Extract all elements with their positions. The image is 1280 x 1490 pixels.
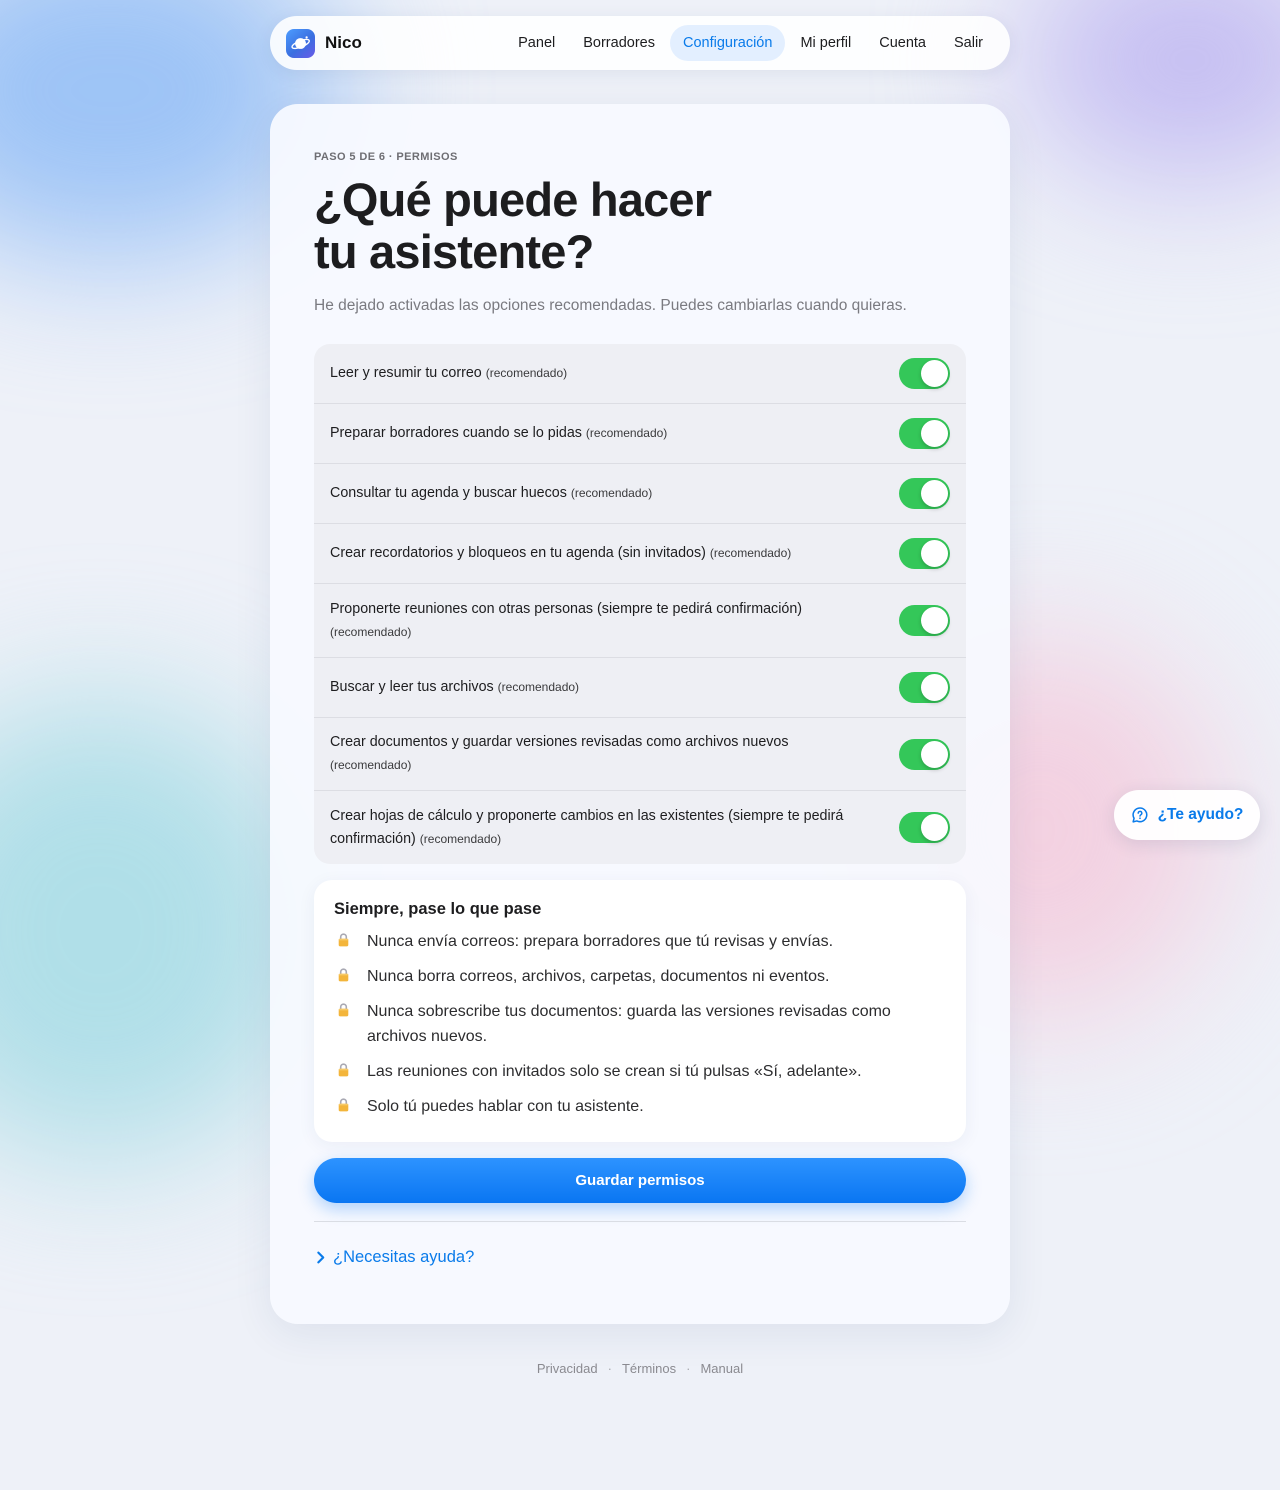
nav-link-salir[interactable]: Salir [941,25,996,61]
footer-separator: · [686,1361,691,1376]
rule-text: Nunca borra correos, archivos, carpetas,… [367,968,830,985]
permission-toggle[interactable] [899,812,950,843]
lock-icon [338,1063,349,1077]
need-help-label: ¿Necesitas ayuda? [333,1248,475,1266]
permission-label: Crear hojas de cálculo y proponerte camb… [330,805,899,851]
nav-link-mi-perfil[interactable]: Mi perfil [787,25,864,61]
permission-text: Preparar borradores cuando se lo pidas [330,425,582,441]
toggle-knob [921,480,948,507]
lock-icon [338,1003,349,1017]
permission-toggle[interactable] [899,358,950,389]
rule-text: Solo tú puedes hablar con tu asistente. [367,1098,644,1115]
permission-text: Crear hojas de cálculo y proponerte camb… [330,807,844,847]
permission-toggle[interactable] [899,418,950,449]
permission-list: Leer y resumir tu correo (recomendado) P… [314,344,966,864]
permission-toggle[interactable] [899,672,950,703]
page-subtitle: He dejado activadas las opciones recomen… [314,297,907,314]
permission-row: Preparar borradores cuando se lo pidas (… [314,404,966,464]
toggle-knob [921,540,948,567]
permission-row: Crear hojas de cálculo y proponerte camb… [314,791,966,864]
permission-label: Preparar borradores cuando se lo pidas (… [330,422,899,445]
permission-text: Buscar y leer tus archivos [330,679,494,695]
permission-text: Consultar tu agenda y buscar huecos [330,485,567,501]
permission-label: Crear recordatorios y bloqueos en tu age… [330,542,899,565]
permission-text: Leer y resumir tu correo [330,365,482,381]
permission-text: Proponerte reuniones con otras personas … [330,600,803,617]
nav-link-borradores[interactable]: Borradores [570,25,668,61]
page-title-line1: ¿Qué puede hacer [314,173,712,226]
recommended-tag: (recomendado) [585,426,668,440]
always-rules-title: Siempre, pase lo que pase [334,900,542,918]
step-indicator: PASO 5 DE 6 · PERMISOS [314,151,458,163]
permissions-card: PASO 5 DE 6 · PERMISOS ¿Qué puede hacer … [270,104,1010,1324]
floating-help-label: ¿Te ayudo? [1157,806,1244,823]
lock-icon [338,933,349,947]
nav-links: Panel Borradores Configuración Mi perfil… [505,25,996,61]
chat-help-icon [1131,807,1148,823]
rule-text: Nunca envía correos: prepara borradores … [367,933,834,950]
toggle-knob [921,607,948,634]
planet-logo-icon [286,28,315,58]
recommended-tag: (recomendado) [497,680,580,694]
nav-link-panel[interactable]: Panel [505,25,568,61]
permission-row: Consultar tu agenda y buscar huecos (rec… [314,464,966,524]
footer-link-terms[interactable]: Términos [622,1361,676,1376]
rule-item: Nunca sobrescribe tus documentos: guarda… [334,999,946,1049]
footer-link-manual[interactable]: Manual [700,1361,743,1376]
permission-label: Leer y resumir tu correo (recomendado) [330,362,899,385]
permission-label: Proponerte reuniones con otras personas … [330,598,899,644]
permission-toggle[interactable] [899,605,950,636]
brand[interactable]: Nico [286,28,362,58]
nav-link-configuracion[interactable]: Configuración [669,25,786,61]
rule-text: Nunca sobrescribe tus documentos: guarda… [367,1003,891,1045]
recommended-tag: (recomendado) [419,831,502,846]
rule-item: Solo tú puedes hablar con tu asistente. [334,1094,946,1119]
lock-icon [338,968,349,982]
footer-separator: · [607,1361,612,1376]
rule-item: Nunca envía correos: prepara borradores … [334,929,946,954]
permission-toggle[interactable] [899,478,950,509]
rule-item: Nunca borra correos, archivos, carpetas,… [334,964,946,989]
permission-label: Buscar y leer tus archivos (recomendado) [330,676,899,699]
nav-link-cuenta[interactable]: Cuenta [866,25,939,61]
recommended-tag: (recomendado) [709,546,792,560]
footer: Privacidad · Términos · Manual [0,1361,1280,1376]
save-permissions-button[interactable]: Guardar permisos [314,1158,966,1203]
always-rules-box: Siempre, pase lo que pase Nunca envía co… [314,880,966,1142]
chevron-right-icon [317,1251,325,1264]
rule-text: Las reuniones con invitados solo se crea… [367,1063,862,1080]
footer-link-privacy[interactable]: Privacidad [537,1361,598,1376]
recommended-tag: (recomendado) [570,486,653,500]
permission-label: Crear documentos y guardar versiones rev… [330,731,899,777]
divider [314,1221,966,1222]
rule-item: Las reuniones con invitados solo se crea… [334,1059,946,1084]
permission-row: Proponerte reuniones con otras personas … [314,584,966,658]
toggle-knob [921,814,948,841]
permission-text: Crear recordatorios y bloqueos en tu age… [330,545,706,561]
top-nav: Nico Panel Borradores Configuración Mi p… [270,16,1010,70]
brand-name: Nico [325,33,362,52]
toggle-knob [921,420,948,447]
permission-row: Crear documentos y guardar versiones rev… [314,718,966,791]
page-title: ¿Qué puede hacer tu asistente? [314,174,834,278]
need-help-link[interactable]: ¿Necesitas ayuda? [314,1248,474,1267]
permission-row: Leer y resumir tu correo (recomendado) [314,344,966,404]
floating-help-button[interactable]: ¿Te ayudo? [1114,790,1260,840]
recommended-tag: (recomendado) [330,758,412,772]
permission-toggle[interactable] [899,738,950,770]
recommended-tag: (recomendado) [485,366,568,380]
permission-toggle[interactable] [899,538,950,569]
lock-icon [338,1098,349,1112]
permission-row: Crear recordatorios y bloqueos en tu age… [314,524,966,584]
permission-label: Consultar tu agenda y buscar huecos (rec… [330,482,899,505]
background-blob [1020,0,1280,180]
toggle-knob [921,360,948,387]
permission-text: Crear documentos y guardar versiones rev… [330,734,789,750]
toggle-knob [921,740,948,768]
permission-row: Buscar y leer tus archivos (recomendado) [314,658,966,718]
page-title-line2: tu asistente? [314,225,594,278]
toggle-knob [921,674,948,701]
recommended-tag: (recomendado) [330,624,412,639]
